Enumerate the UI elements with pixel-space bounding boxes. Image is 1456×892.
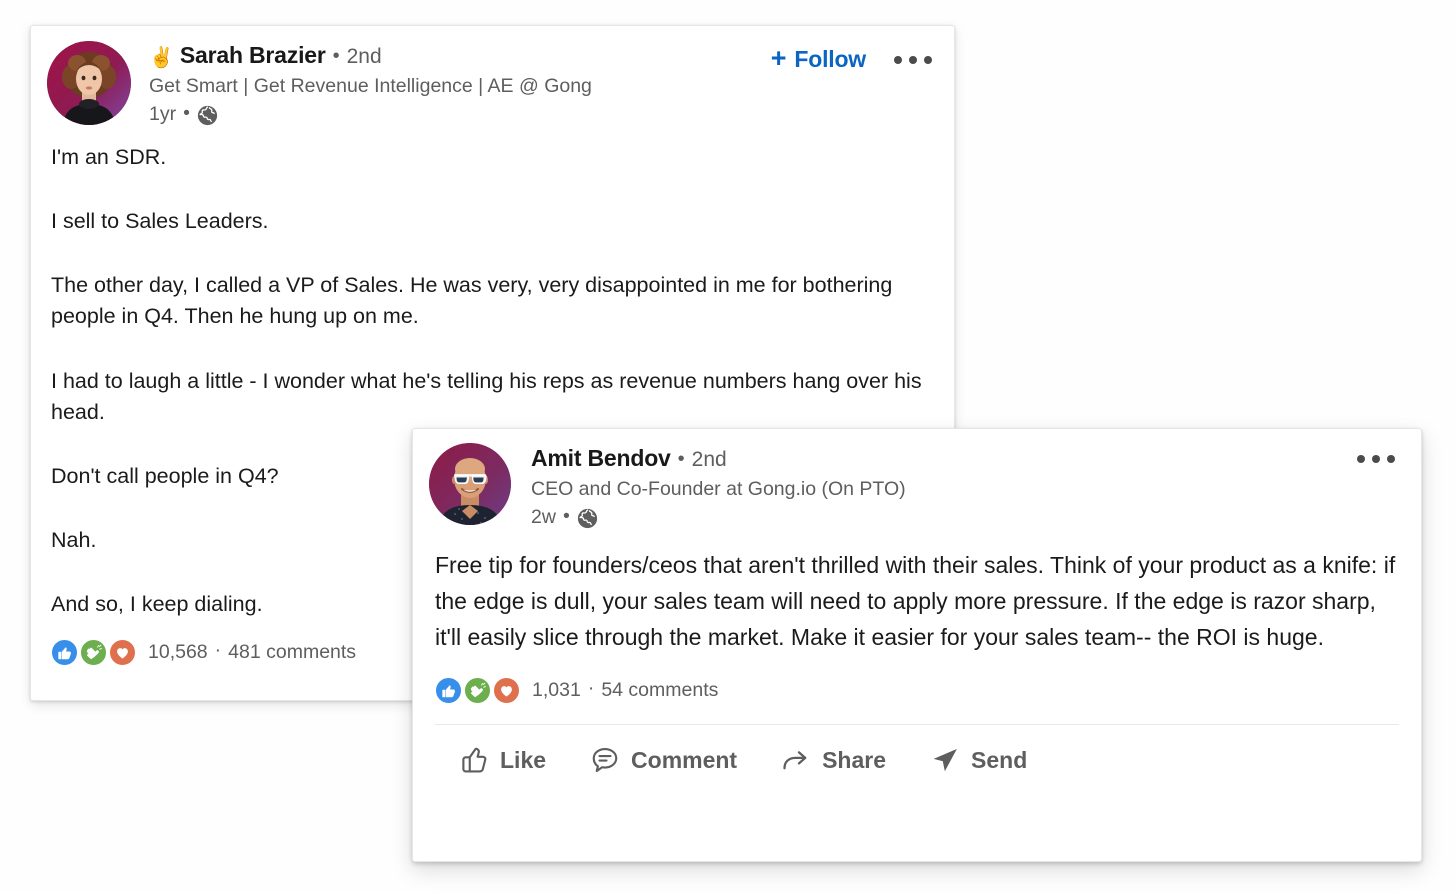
author-headline: Get Smart | Get Revenue Intelligence | A… xyxy=(149,74,592,97)
screenshot-stage: ✌️ Sarah Brazier • 2nd Get Smart | Get R… xyxy=(0,0,1456,892)
post-paragraph: The other day, I called a VP of Sales. H… xyxy=(51,273,893,329)
plus-icon: + xyxy=(770,43,787,73)
comment-count[interactable]: 54 comments xyxy=(601,679,718,702)
comment-count[interactable]: 481 comments xyxy=(228,641,356,664)
like-button-label: Like xyxy=(500,746,547,773)
reaction-celebrate-icon xyxy=(464,677,491,705)
connection-degree: 2nd xyxy=(691,448,727,471)
reaction-celebrate-icon xyxy=(80,638,107,666)
author-name[interactable]: Sarah Brazier xyxy=(180,42,326,70)
reaction-count[interactable]: 1,031 xyxy=(532,679,581,702)
globe-icon xyxy=(197,105,218,126)
reaction-like-icon xyxy=(435,677,462,705)
share-button-label: Share xyxy=(822,746,887,773)
post-meta: 2w • xyxy=(531,504,906,529)
avatar[interactable] xyxy=(47,41,131,125)
author-identity: ✌️ Sarah Brazier • 2nd Get Smart | Get R… xyxy=(149,38,592,126)
more-options-button[interactable] xyxy=(1355,451,1397,467)
post-header: ✌️ Sarah Brazier • 2nd Get Smart | Get R… xyxy=(31,26,954,126)
author-identity: Amit Bendov • 2nd CEO and Co-Founder at … xyxy=(531,441,906,529)
count-separator: · xyxy=(587,677,595,700)
follow-button-label: Follow xyxy=(794,46,866,72)
ellipsis-dot-icon xyxy=(1372,455,1380,463)
post-paragraph: I had to laugh a little - I wonder what … xyxy=(51,368,922,424)
author-name-row: ✌️ Sarah Brazier • 2nd xyxy=(149,42,592,70)
reaction-count[interactable]: 10,568 xyxy=(148,641,208,664)
send-plane-icon xyxy=(930,745,960,775)
send-button-label: Send xyxy=(971,746,1028,773)
like-button[interactable]: Like xyxy=(451,739,554,781)
globe-icon xyxy=(577,508,598,529)
comment-button-label: Comment xyxy=(631,746,738,773)
count-separator: · xyxy=(214,638,222,661)
reaction-love-icon xyxy=(109,638,136,666)
ellipsis-dot-icon xyxy=(909,55,917,64)
ellipsis-dot-icon xyxy=(894,55,902,64)
post-meta: 1yr • xyxy=(149,101,592,126)
author-name[interactable]: Amit Bendov xyxy=(531,445,671,473)
reaction-stack[interactable] xyxy=(435,677,522,705)
post-header-actions: + Follow xyxy=(770,43,934,73)
author-name-row: Amit Bendov • 2nd xyxy=(531,445,906,473)
post-paragraph: I sell to Sales Leaders. xyxy=(51,209,269,234)
reaction-love-icon xyxy=(493,677,520,705)
post-paragraph: Free tip for founders/ceos that aren't t… xyxy=(435,551,1396,651)
avatar[interactable] xyxy=(429,443,511,525)
degree-separator: • xyxy=(677,448,685,470)
follow-button[interactable]: + Follow xyxy=(770,43,866,73)
social-counts: 1,031 · 54 comments xyxy=(413,677,1421,705)
post-action-bar: Like Comment Share Send xyxy=(413,725,1421,781)
meta-separator: • xyxy=(183,101,190,124)
ellipsis-dot-icon xyxy=(1357,455,1365,463)
author-headline: CEO and Co-Founder at Gong.io (On PTO) xyxy=(531,477,906,500)
post-header: Amit Bendov • 2nd CEO and Co-Founder at … xyxy=(413,429,1421,529)
meta-separator: • xyxy=(562,504,570,527)
victory-hand-emoji-icon: ✌️ xyxy=(149,47,174,69)
post-body: Free tip for founders/ceos that aren't t… xyxy=(413,529,1421,655)
share-button[interactable]: Share xyxy=(773,739,894,781)
connection-degree: 2nd xyxy=(346,45,382,68)
ellipsis-dot-icon xyxy=(1387,455,1395,463)
post-header-actions xyxy=(1355,451,1397,467)
more-options-button[interactable] xyxy=(892,52,934,68)
share-arrow-icon xyxy=(781,745,811,775)
comment-bubble-icon xyxy=(590,745,620,775)
post-timestamp: 1yr xyxy=(149,102,177,125)
post-paragraph: I'm an SDR. xyxy=(51,144,167,169)
reaction-stack[interactable] xyxy=(51,638,138,666)
post-card-amit-bendov: Amit Bendov • 2nd CEO and Co-Founder at … xyxy=(412,428,1422,862)
comment-button[interactable]: Comment xyxy=(582,739,745,781)
degree-separator: • xyxy=(332,45,340,67)
reaction-like-icon xyxy=(51,638,78,666)
ellipsis-dot-icon xyxy=(924,55,932,64)
post-timestamp: 2w xyxy=(531,505,556,528)
thumbs-up-icon xyxy=(459,745,489,775)
send-button[interactable]: Send xyxy=(922,739,1035,781)
